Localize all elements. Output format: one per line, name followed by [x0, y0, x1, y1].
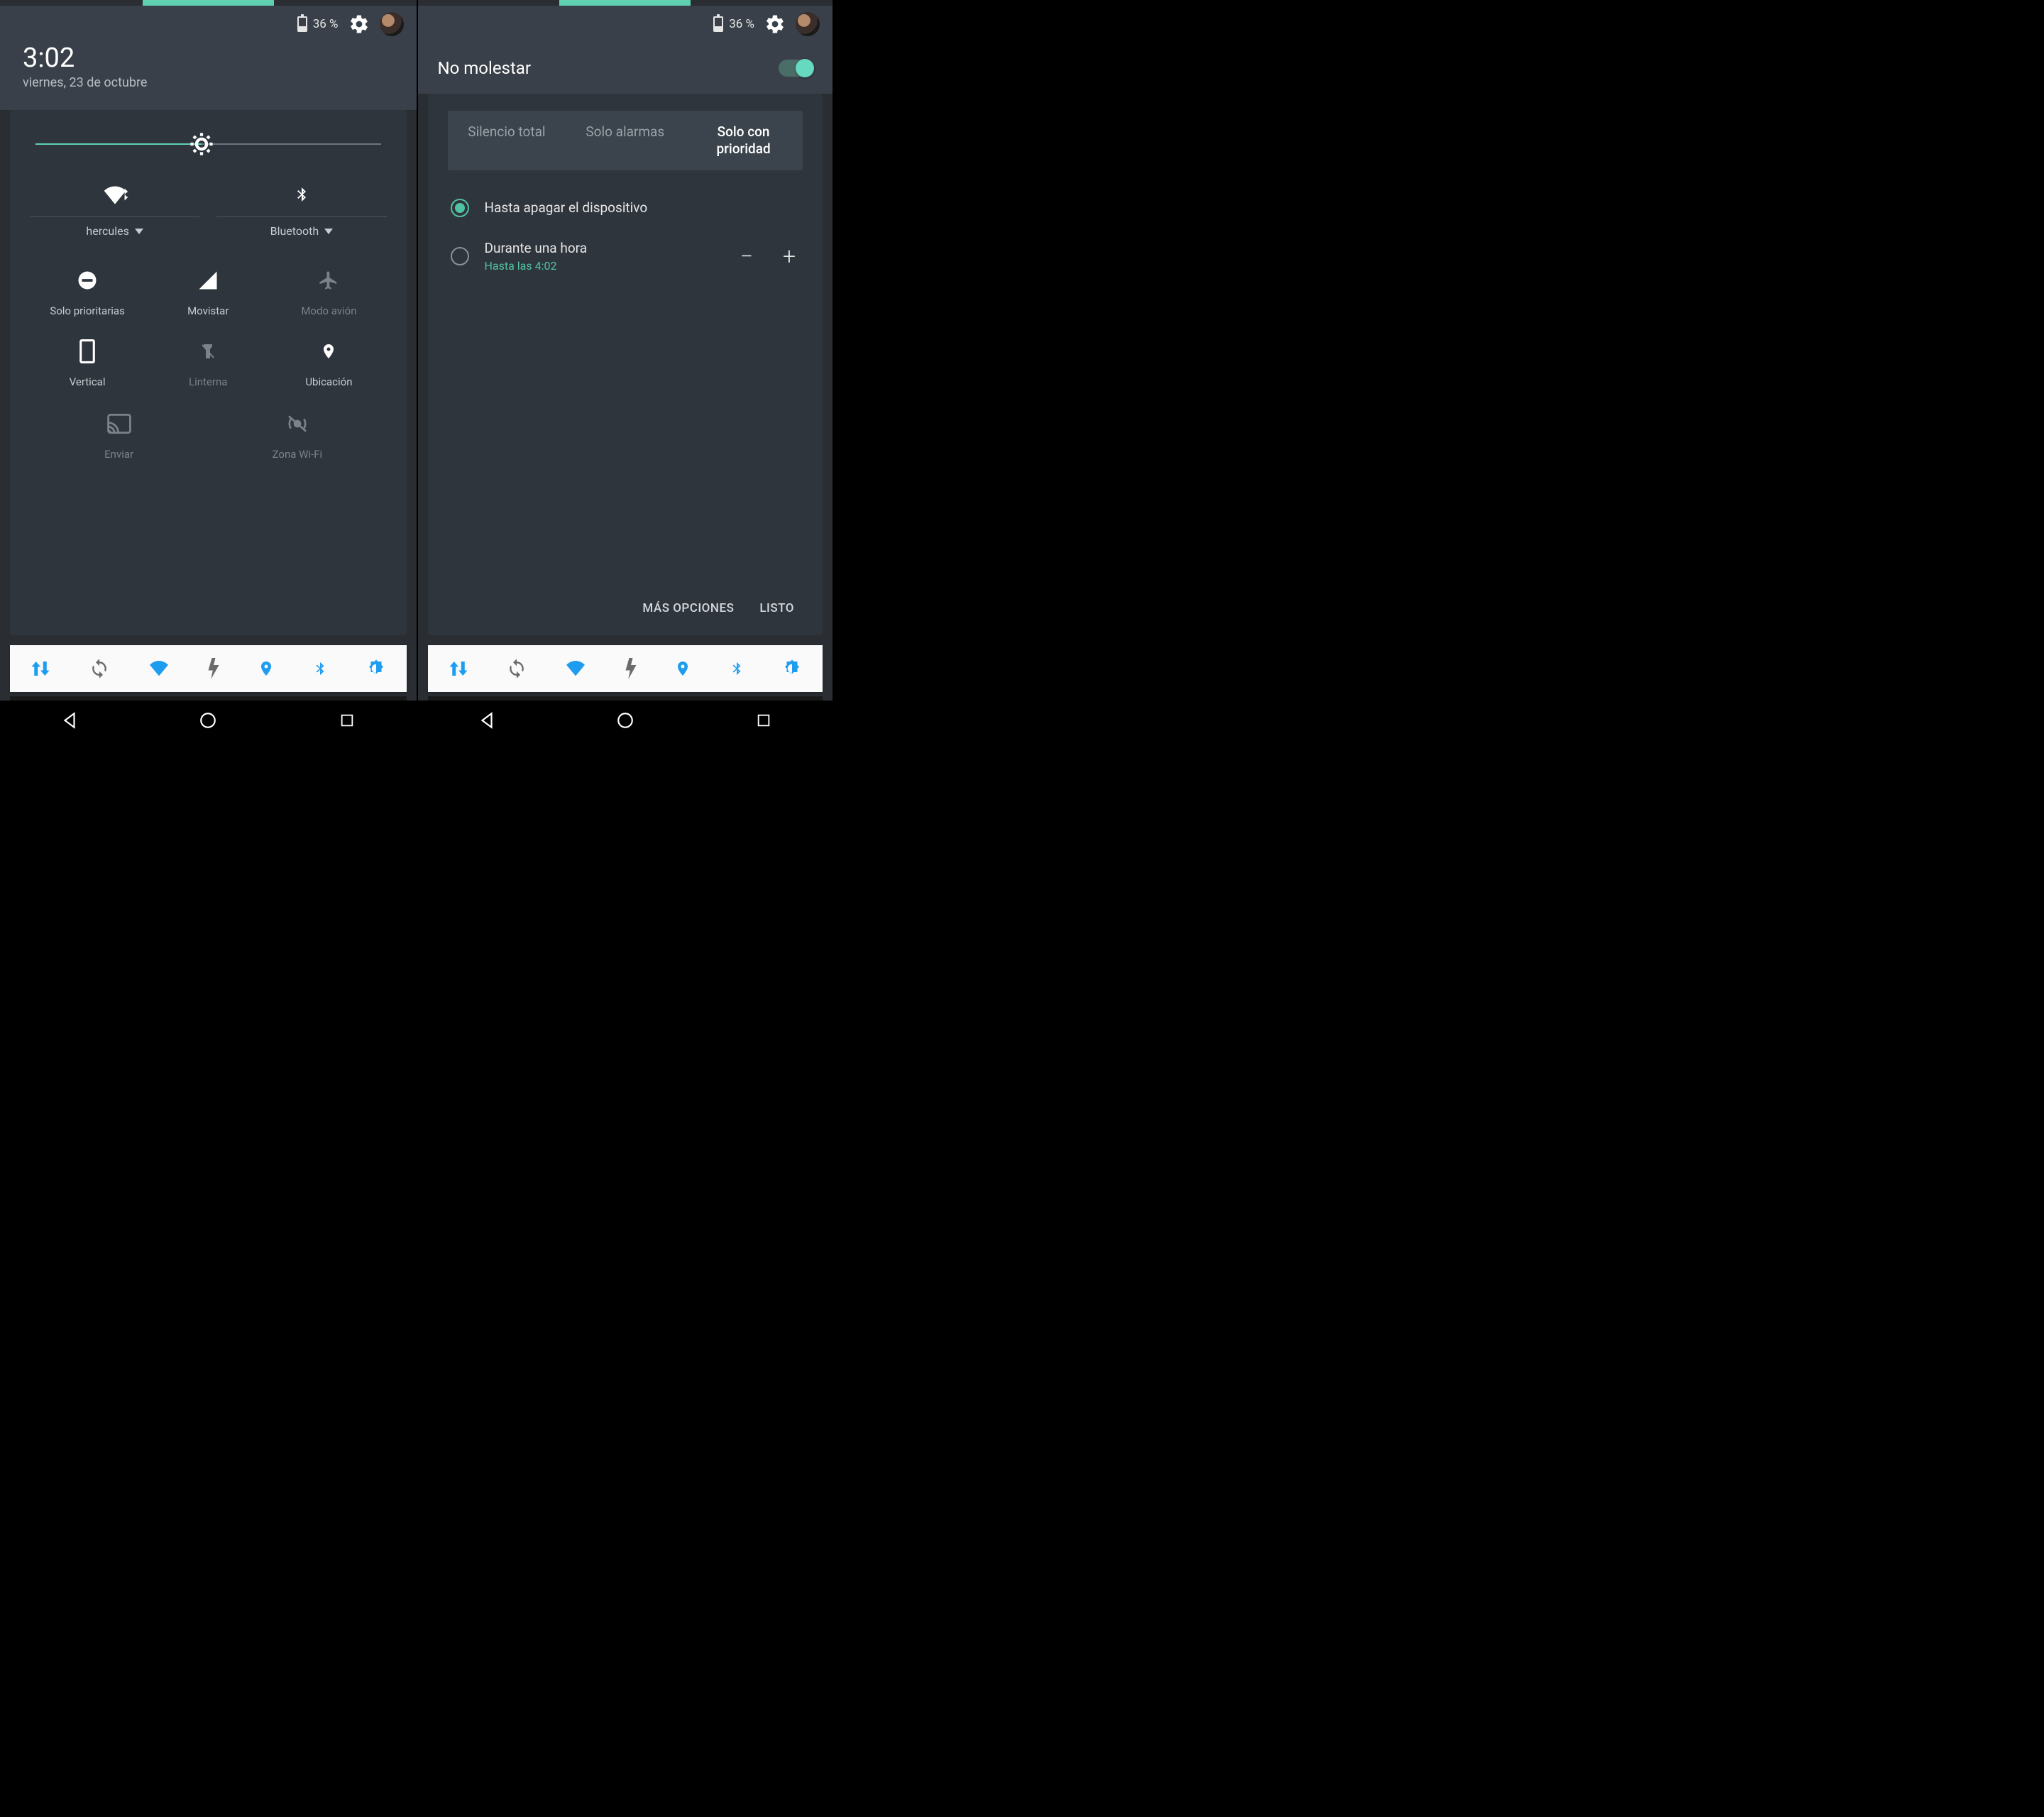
dnd-panel: Silencio total Solo alarmas Solo con pri… [428, 94, 823, 635]
option-duration-sublabel: Hasta las 4:02 [485, 259, 721, 273]
portrait-icon [30, 337, 145, 366]
battery-percent: 36 % [313, 17, 339, 31]
brightness-icon[interactable] [189, 132, 214, 156]
dnd-title: No molestar [438, 58, 531, 78]
bluetooth-tile[interactable]: Bluetooth [216, 177, 386, 245]
bluetooth-label: Bluetooth [270, 224, 319, 238]
brightness-tray-icon [781, 658, 803, 679]
clock-time: 3:02 [23, 43, 394, 74]
hotspot-tile[interactable]: Zona Wi-Fi [238, 410, 356, 461]
flashlight-icon [150, 337, 265, 366]
airplane-label: Modo avión [271, 304, 386, 317]
chevron-down-icon [324, 229, 333, 234]
flash-tray-icon [207, 658, 220, 679]
option-until-off[interactable]: Hasta apagar el dispositivo [448, 187, 803, 229]
location-label: Ubicación [271, 375, 386, 388]
home-button[interactable] [194, 706, 222, 735]
user-avatar[interactable] [796, 12, 820, 36]
seg-alarms-only[interactable]: Solo alarmas [566, 111, 684, 170]
duration-decrease-button[interactable]: − [736, 245, 757, 268]
battery-percent: 36 % [729, 17, 754, 31]
navigation-bar [417, 701, 833, 740]
top-accent-bar [559, 0, 691, 6]
hotspot-icon [238, 410, 356, 438]
brightness-slider[interactable] [35, 131, 381, 157]
tray-shadow [428, 696, 823, 701]
clock-date: viernes, 23 de octubre [23, 75, 394, 90]
more-options-button[interactable]: MÁS OPCIONES [642, 601, 734, 615]
battery-indicator: 36 % [297, 16, 339, 32]
battery-indicator: 36 % [713, 16, 754, 32]
top-accent-bar [143, 0, 274, 6]
status-bar: 36 % [418, 6, 833, 43]
rotation-label: Vertical [30, 375, 145, 388]
airplane-tile[interactable]: Modo avión [271, 266, 386, 317]
battery-icon [713, 16, 723, 32]
home-button[interactable] [611, 706, 639, 735]
battery-icon [297, 16, 307, 32]
bluetooth-tray-icon [312, 658, 328, 679]
cast-tile[interactable]: Enviar [60, 410, 178, 461]
dnd-label: Solo prioritarias [30, 304, 145, 317]
brightness-tray-icon [366, 658, 387, 679]
airplane-icon [271, 266, 386, 295]
dnd-mode-segmented[interactable]: Silencio total Solo alarmas Solo con pri… [448, 111, 803, 170]
recents-button[interactable] [749, 706, 778, 735]
screen-quick-settings: 36 % 3:02 viernes, 23 de octubre [0, 0, 417, 701]
flash-tray-icon [625, 658, 637, 679]
header: 3:02 viernes, 23 de octubre [0, 43, 417, 110]
status-bar: 36 % [0, 6, 417, 43]
user-avatar[interactable] [380, 12, 404, 36]
dnd-icon [30, 266, 145, 295]
bluetooth-tray-icon [729, 658, 744, 679]
screen-do-not-disturb: 36 % No molestar Silencio total Solo ala… [417, 0, 833, 701]
location-icon [271, 337, 386, 366]
dnd-header: No molestar [418, 43, 833, 94]
wifi-label: hercules [86, 224, 128, 238]
wifi-tray-icon [148, 659, 170, 678]
data-arrows-icon [30, 658, 51, 679]
duration-increase-button[interactable]: + [779, 245, 800, 268]
seg-priority-only[interactable]: Solo con prioridad [684, 111, 803, 170]
location-tile[interactable]: Ubicación [271, 337, 386, 388]
settings-icon[interactable] [348, 13, 370, 35]
dnd-tile[interactable]: Solo prioritarias [30, 266, 145, 317]
wifi-tray-icon [564, 659, 587, 678]
data-arrows-icon [448, 658, 469, 679]
location-tray-icon [258, 658, 275, 679]
cellular-label: Movistar [150, 304, 265, 317]
navigation-bar [0, 701, 417, 740]
tray-shadow [10, 696, 407, 701]
flashlight-tile[interactable]: Linterna [150, 337, 265, 388]
option-duration-label: Durante una hora [485, 240, 721, 256]
back-button[interactable] [473, 706, 501, 735]
sync-icon [89, 658, 110, 679]
done-button[interactable]: LISTO [759, 601, 794, 615]
quick-settings-panel: hercules Bluetooth Solo [10, 110, 407, 635]
seg-total-silence[interactable]: Silencio total [448, 111, 566, 170]
radio-unselected-icon [451, 247, 469, 265]
cast-icon [60, 410, 178, 438]
back-button[interactable] [55, 706, 84, 735]
radio-selected-icon [451, 199, 469, 217]
settings-icon[interactable] [764, 13, 786, 35]
chevron-down-icon [135, 229, 143, 234]
flashlight-label: Linterna [150, 375, 265, 388]
cast-label: Enviar [60, 448, 178, 461]
signal-icon [150, 266, 265, 295]
wifi-icon [30, 181, 199, 208]
hotspot-label: Zona Wi-Fi [238, 448, 356, 461]
location-tray-icon [674, 658, 691, 679]
recents-button[interactable] [333, 706, 361, 735]
notification-tray[interactable] [428, 645, 823, 692]
dnd-toggle[interactable] [779, 60, 813, 77]
wifi-tile[interactable]: hercules [30, 177, 199, 245]
option-duration[interactable]: Durante una hora Hasta las 4:02 − + [448, 229, 803, 284]
cellular-tile[interactable]: Movistar [150, 266, 265, 317]
sync-icon [506, 658, 527, 679]
bluetooth-icon [216, 181, 386, 208]
notification-tray[interactable] [10, 645, 407, 692]
rotation-tile[interactable]: Vertical [30, 337, 145, 388]
option-until-off-label: Hasta apagar el dispositivo [485, 199, 801, 216]
